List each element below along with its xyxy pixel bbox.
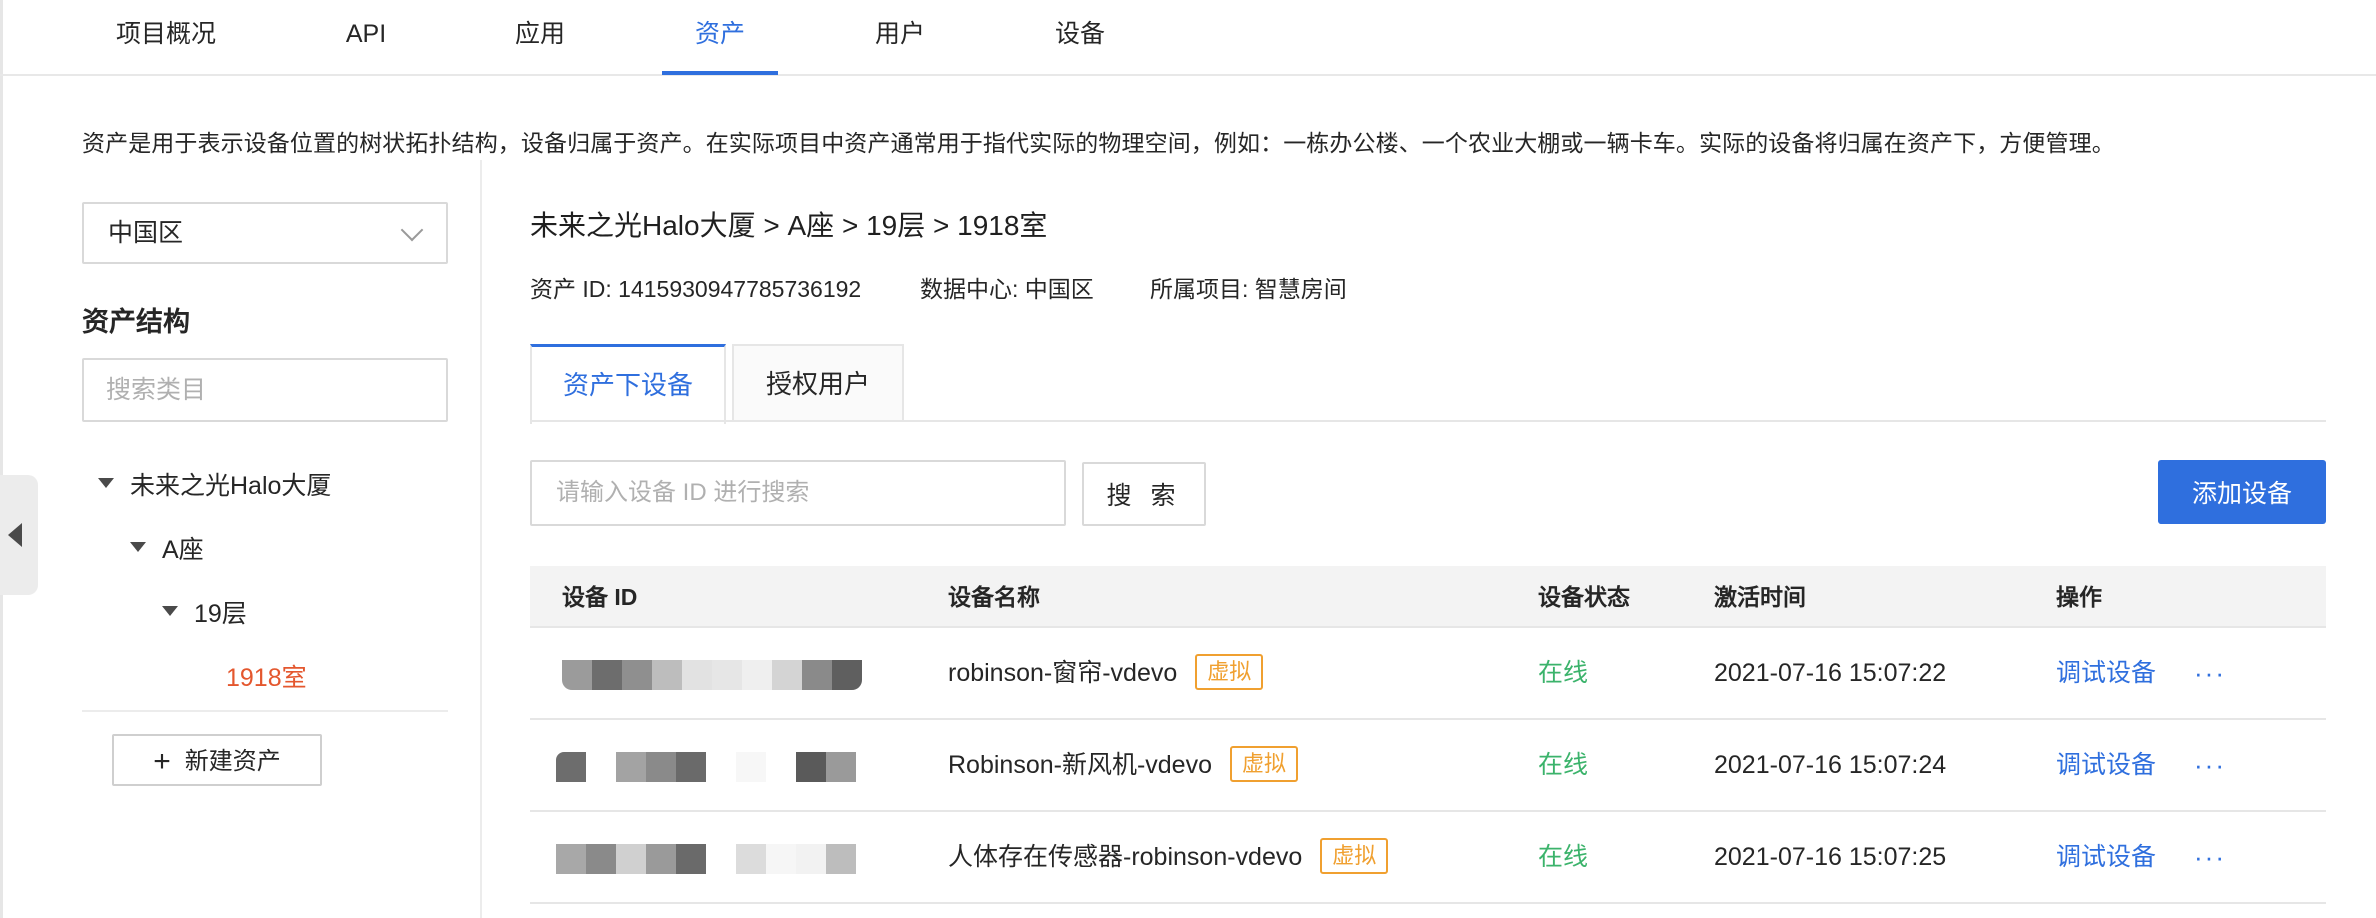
tab-overview[interactable]: 项目概况: [96, 0, 236, 76]
asset-structure-title: 资产结构: [82, 307, 190, 337]
virtual-badge: 虚拟: [1195, 654, 1264, 691]
more-actions-icon[interactable]: ···: [2194, 812, 2226, 902]
tab-authorized-users[interactable]: 授权用户: [732, 344, 904, 422]
device-name: robinson-窗帘-vdevo: [948, 659, 1178, 687]
asset-tree-search-input[interactable]: [82, 358, 448, 422]
redacted-device-id: [562, 660, 862, 690]
tree-node-building[interactable]: 未来之光Halo大厦: [98, 466, 331, 502]
tree-node-label: 19层: [194, 600, 247, 628]
page-description: 资产是用于表示设备位置的树状拓扑结构，设备归属于资产。在实际项目中资产通常用于指…: [82, 130, 2115, 156]
virtual-badge: 虚拟: [1230, 746, 1299, 783]
sidebar-border: [480, 160, 482, 918]
caret-down-icon[interactable]: [130, 542, 146, 552]
tab-devices[interactable]: 设备: [1032, 0, 1128, 76]
debug-device-link[interactable]: 调试设备: [2056, 720, 2156, 810]
caret-left-icon: [8, 523, 22, 547]
tab-asset-devices[interactable]: 资产下设备: [530, 344, 726, 424]
redacted-device-id: [556, 844, 856, 874]
new-asset-button[interactable]: + 新建资产: [112, 734, 322, 786]
device-name-cell: 人体存在传感器-robinson-vdevo 虚拟: [948, 812, 1389, 902]
column-header-device-name: 设备名称: [948, 584, 1040, 610]
column-header-actions: 操作: [2056, 584, 2102, 610]
device-name: Robinson-新风机-vdevo: [948, 751, 1212, 779]
region-select[interactable]: 中国区: [82, 202, 448, 264]
active-tab-indicator: [662, 71, 778, 75]
table-row: 人体存在传感器-robinson-vdevo 虚拟 在线 2021-07-16 1…: [530, 812, 2326, 904]
more-actions-icon[interactable]: ···: [2194, 628, 2226, 718]
debug-device-link[interactable]: 调试设备: [2056, 628, 2156, 718]
data-center-text: 数据中心: 中国区: [920, 276, 1094, 302]
sidebar-divider: [82, 710, 448, 712]
debug-device-link[interactable]: 调试设备: [2056, 812, 2156, 902]
chevron-down-icon: [400, 218, 424, 242]
table-row: robinson-窗帘-vdevo 虚拟 在线 2021-07-16 15:07:…: [530, 628, 2326, 720]
table-header: 设备 ID 设备名称 设备状态 激活时间 操作: [530, 566, 2326, 628]
status-text: 在线: [1538, 659, 1589, 687]
tree-node-room-1918[interactable]: 1918室: [226, 658, 307, 694]
tab-users[interactable]: 用户: [852, 0, 948, 76]
top-tab-bar: 项目概况 API 应用 资产 用户 设备: [0, 0, 2376, 76]
tree-node-floor-19[interactable]: 19层: [162, 594, 247, 630]
redacted-device-id: [556, 752, 856, 782]
sidebar-collapse-handle[interactable]: [0, 475, 38, 595]
table-row: Robinson-新风机-vdevo 虚拟 在线 2021-07-16 15:07…: [530, 720, 2326, 812]
tab-api[interactable]: API: [326, 0, 406, 76]
tab-apps[interactable]: 应用: [500, 0, 580, 76]
device-name: 人体存在传感器-robinson-vdevo: [948, 843, 1303, 871]
column-header-device-id: 设备 ID: [562, 584, 638, 610]
search-button[interactable]: 搜 索: [1082, 462, 1206, 526]
column-header-status: 设备状态: [1538, 584, 1630, 610]
status-text: 在线: [1538, 843, 1589, 871]
asset-id-text: 资产 ID: 1415930947785736192: [530, 276, 862, 302]
activation-time: 2021-07-16 15:07:22: [1714, 659, 1947, 687]
tree-node-label: 1918室: [226, 664, 307, 692]
activation-time: 2021-07-16 15:07:24: [1714, 751, 1947, 779]
device-name-cell: Robinson-新风机-vdevo 虚拟: [948, 720, 1299, 810]
virtual-badge: 虚拟: [1320, 838, 1389, 875]
caret-down-icon[interactable]: [162, 606, 178, 616]
new-asset-label: 新建资产: [184, 748, 281, 775]
column-header-activation-time: 激活时间: [1714, 584, 1806, 610]
plus-icon: +: [153, 745, 171, 778]
add-device-button[interactable]: 添加设备: [2158, 460, 2326, 524]
device-id-search-input[interactable]: [530, 460, 1066, 526]
caret-down-icon[interactable]: [98, 478, 114, 488]
page-left-border: [0, 0, 3, 918]
tab-assets[interactable]: 资产: [672, 0, 768, 76]
subtab-baseline: [530, 420, 2326, 422]
activation-time: 2021-07-16 15:07:25: [1714, 843, 1947, 871]
status-text: 在线: [1538, 751, 1589, 779]
region-select-value: 中国区: [108, 219, 184, 247]
project-text: 所属项目: 智慧房间: [1150, 276, 1347, 302]
asset-breadcrumb: 未来之光Halo大厦 > A座 > 19层 > 1918室: [530, 210, 1048, 241]
device-name-cell: robinson-窗帘-vdevo 虚拟: [948, 628, 1264, 718]
tree-node-label: 未来之光Halo大厦: [130, 472, 332, 500]
tree-node-tower-a[interactable]: A座: [130, 530, 204, 566]
tree-node-label: A座: [162, 536, 204, 564]
more-actions-icon[interactable]: ···: [2194, 720, 2226, 810]
